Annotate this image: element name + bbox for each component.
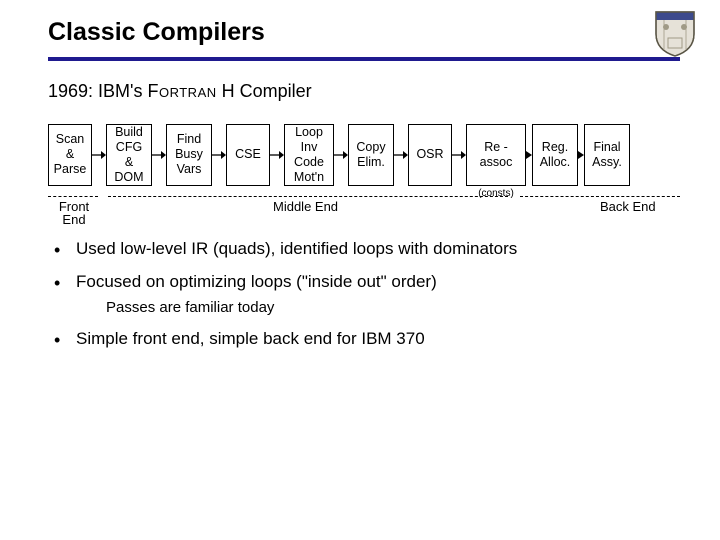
stage-reassoc: Re -assoc xyxy=(466,124,526,186)
stage-find-busy-vars: FindBusyVars xyxy=(166,124,212,186)
section-front-end-label: FrontEnd xyxy=(52,200,96,227)
bullet-item-text: Focused on optimizing loops ("inside out… xyxy=(76,272,437,291)
arrow-icon xyxy=(270,124,284,186)
stage-reg-alloc: Reg.Alloc. xyxy=(532,124,578,186)
stage-scan-parse: Scan&Parse xyxy=(48,124,92,186)
arrow-icon xyxy=(334,124,348,186)
bullet-sub-item: Passes are familiar today xyxy=(106,298,680,318)
page-title: Classic Compilers xyxy=(48,18,265,47)
dashed-divider xyxy=(48,196,98,197)
stage-copy-elim: CopyElim. xyxy=(348,124,394,186)
subtitle-suffix: H Compiler xyxy=(217,81,312,101)
bullet-list: Used low-level IR (quads), identified lo… xyxy=(48,238,680,351)
stage-osr: OSR xyxy=(408,124,452,186)
arrow-icon xyxy=(212,124,226,186)
bullet-item: Simple front end, simple back end for IB… xyxy=(48,328,680,351)
shield-logo xyxy=(654,10,696,58)
stage-licm: LoopInvCodeMot'n xyxy=(284,124,334,186)
subtitle-prefix: 1969: IBM's xyxy=(48,81,147,101)
subtitle-smallcaps: Fortran xyxy=(147,81,216,101)
dashed-divider xyxy=(520,196,680,197)
stage-build-cfg-dom: BuildCFG&DOM xyxy=(106,124,152,186)
section-back-end-label: Back End xyxy=(600,200,656,214)
dashed-divider xyxy=(108,196,508,197)
arrow-icon xyxy=(152,124,166,186)
arrow-icon xyxy=(92,124,106,186)
section-middle-end-label: Middle End xyxy=(273,200,338,214)
arrow-icon xyxy=(394,124,408,186)
pipeline-diagram: Scan&Parse BuildCFG&DOM FindBusyVars CSE… xyxy=(48,124,680,186)
title-underline xyxy=(48,57,680,61)
bullet-item: Used low-level IR (quads), identified lo… xyxy=(48,238,680,261)
subtitle: 1969: IBM's Fortran H Compiler xyxy=(48,81,680,102)
stage-final-assy: FinalAssy. xyxy=(584,124,630,186)
bullet-item: Focused on optimizing loops ("inside out… xyxy=(48,271,680,318)
arrow-icon xyxy=(452,124,466,186)
pipeline-section-labels: FrontEnd Middle End Back End xyxy=(48,192,680,222)
stage-cse: CSE xyxy=(226,124,270,186)
